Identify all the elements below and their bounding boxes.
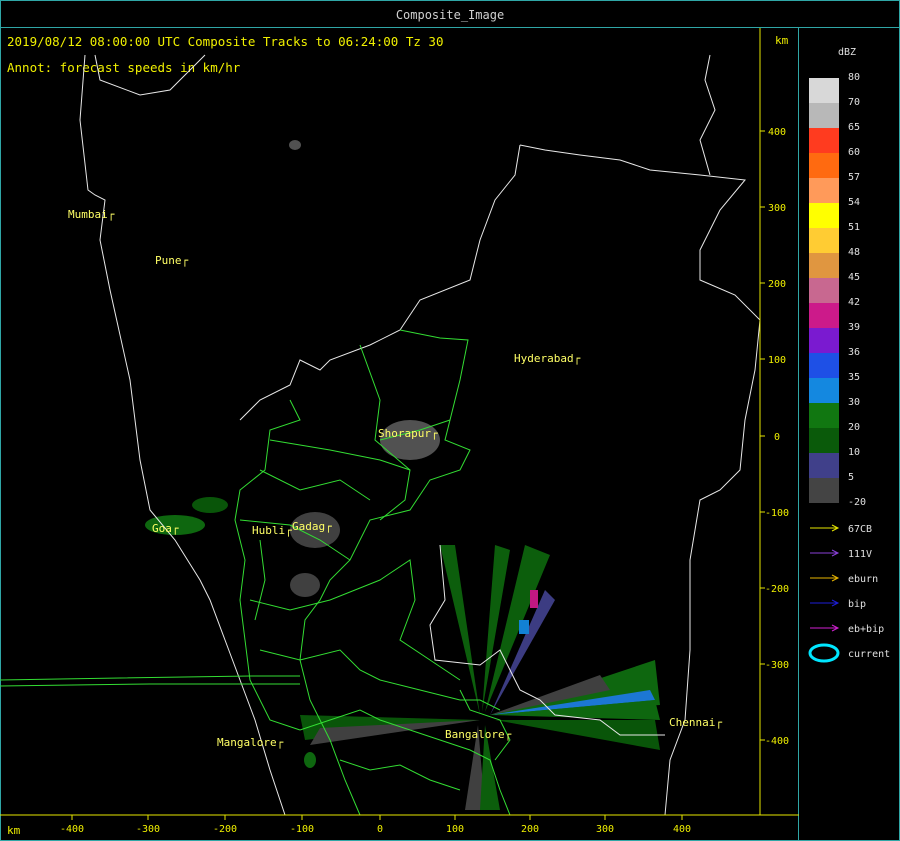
track-legend-label: current xyxy=(848,649,890,660)
track-legend-label: 67CB xyxy=(848,524,872,535)
track-legend-label: 111V xyxy=(848,549,872,560)
track-legend-label: eburn xyxy=(848,574,878,585)
legend-tracks: 67CB 111V eburn bip eb+bip current xyxy=(808,524,890,663)
track-legend-label: bip xyxy=(848,599,866,610)
current-marker-icon xyxy=(808,643,840,663)
track-legend-label: eb+bip xyxy=(848,624,884,635)
